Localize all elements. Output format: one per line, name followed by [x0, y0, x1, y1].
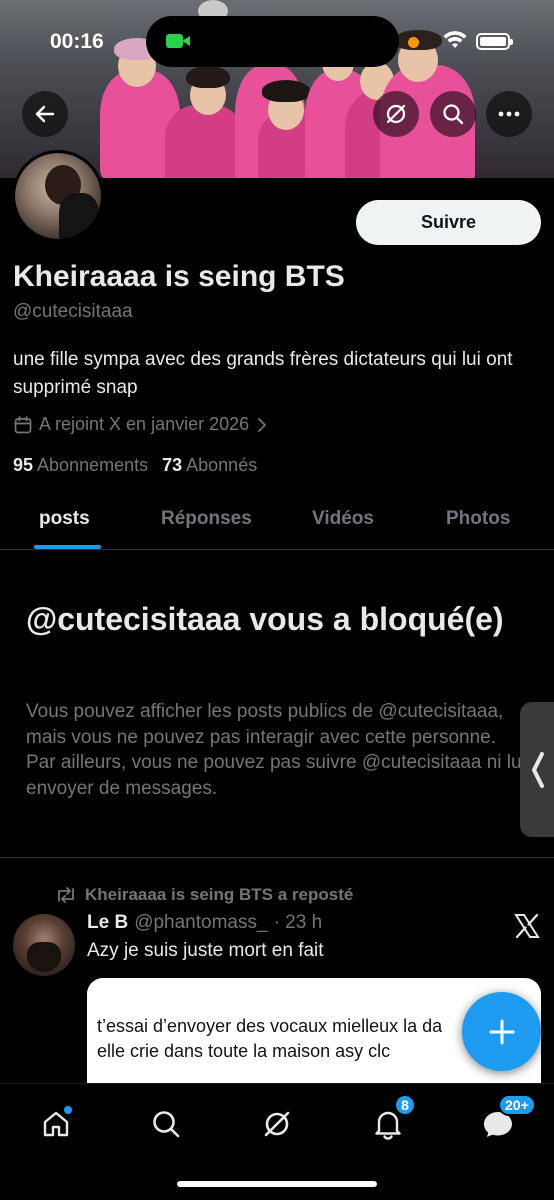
repost-label: Kheiraaaa is seing BTS a reposté	[85, 885, 354, 904]
more-icon	[498, 111, 520, 117]
banner-figure	[262, 80, 310, 102]
side-panel-handle[interactable]	[520, 702, 554, 837]
plus-icon	[489, 1019, 514, 1044]
nav-notifications[interactable]: 8	[368, 1094, 416, 1144]
blocked-title: @cutecisitaaa vous a bloqué(e)	[26, 601, 504, 637]
follow-button[interactable]: Suivre	[356, 200, 541, 245]
grok-icon	[264, 1111, 290, 1137]
search-button[interactable]	[430, 91, 476, 137]
banner-figure	[165, 105, 245, 178]
nav-search[interactable]	[146, 1104, 186, 1144]
post-author-avatar[interactable]	[13, 914, 75, 976]
tab-replies[interactable]: Réponses	[161, 508, 252, 530]
follow-counts: 95 Abonnements 73 Abonnés	[13, 455, 257, 476]
grok-button[interactable]	[373, 91, 419, 137]
camera-in-use-icon	[164, 28, 194, 55]
profile-bio: une fille sympa avec des grands frères d…	[13, 349, 513, 398]
calendar-icon	[14, 415, 32, 433]
joined-date[interactable]: A rejoint X en janvier 2026	[13, 414, 269, 435]
followers-link[interactable]: 73 Abonnés	[162, 455, 257, 476]
following-label: Abonnements	[37, 455, 149, 475]
followers-label: Abonnés	[186, 455, 258, 475]
followers-count: 73	[162, 455, 183, 475]
nav-grok[interactable]	[257, 1104, 297, 1144]
profile-tabs: posts Réponses Vidéos Photos	[0, 490, 554, 550]
following-count: 95	[13, 455, 34, 475]
post-author-name[interactable]: Le B	[87, 912, 128, 934]
grok-icon	[386, 104, 406, 124]
profile-handle: @cutecisitaaa	[13, 301, 133, 322]
post-author-handle[interactable]: @phantomass_	[134, 912, 267, 934]
section-divider	[0, 857, 554, 858]
more-button[interactable]	[486, 91, 532, 137]
nav-messages[interactable]: 20+	[478, 1094, 536, 1144]
profile-avatar[interactable]	[12, 150, 104, 242]
blocked-description: Vous pouvez afficher les posts publics d…	[26, 701, 526, 799]
tab-photos[interactable]: Photos	[446, 508, 510, 530]
dynamic-island	[146, 16, 399, 67]
back-button[interactable]	[22, 91, 68, 137]
following-link[interactable]: 95 Abonnements	[13, 455, 148, 476]
joined-text: A rejoint X en janvier 2026	[39, 414, 250, 434]
battery-icon	[476, 33, 513, 50]
banner-figure	[186, 66, 230, 88]
post-text: Azy je suis juste mort en fait	[87, 940, 324, 961]
home-indicator	[177, 1181, 377, 1187]
messages-badge: 20+	[498, 1094, 536, 1116]
notifications-badge: 8	[394, 1094, 416, 1116]
active-tab-indicator	[34, 545, 101, 549]
compose-button[interactable]	[462, 992, 541, 1071]
tab-videos[interactable]: Vidéos	[312, 508, 374, 530]
search-icon	[153, 1111, 180, 1138]
wifi-icon	[443, 31, 467, 48]
chevron-left-icon	[532, 752, 544, 788]
x-logo-icon	[514, 913, 540, 939]
back-arrow-icon	[35, 105, 55, 123]
tab-posts[interactable]: posts	[39, 508, 90, 530]
search-icon	[443, 104, 464, 125]
post-header: Le B @phantomass_ · 23 h	[87, 912, 322, 934]
post-time: · 23 h	[273, 912, 323, 933]
repost-indicator: Kheiraaaa is seing BTS a reposté	[55, 885, 353, 905]
nav-home[interactable]	[36, 1104, 76, 1144]
repost-icon	[58, 887, 74, 903]
mic-indicator-dot	[408, 37, 419, 48]
profile-display-name: Kheiraaaa is seing BTS	[13, 260, 345, 293]
home-new-dot	[64, 1106, 72, 1114]
chevron-right-icon	[258, 417, 267, 432]
status-time: 00:16	[50, 30, 104, 53]
